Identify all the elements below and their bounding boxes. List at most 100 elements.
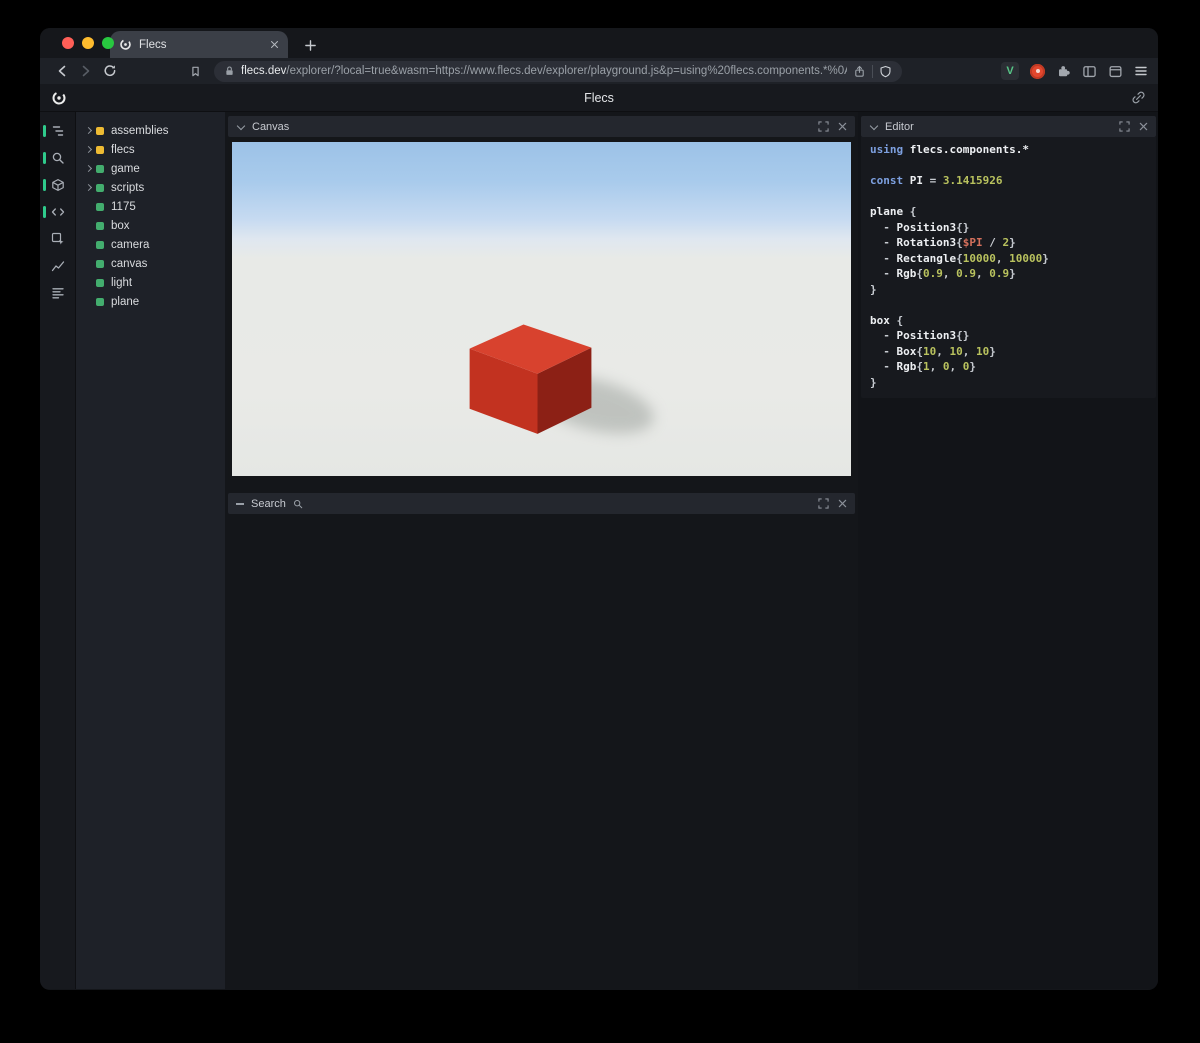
tree-item-canvas[interactable]: canvas bbox=[76, 254, 225, 273]
search-panel-header[interactable]: Search bbox=[228, 493, 855, 514]
code-line: using flecs.components.* bbox=[870, 143, 1029, 156]
expand-arrow-icon[interactable] bbox=[85, 164, 96, 174]
vimium-extension-icon[interactable]: V bbox=[1001, 62, 1019, 80]
bookmark-icon[interactable] bbox=[184, 65, 206, 78]
expand-arrow-icon[interactable] bbox=[85, 145, 96, 155]
entity-color-square bbox=[96, 240, 104, 249]
entity-color-square bbox=[96, 145, 104, 154]
close-panel-icon[interactable] bbox=[1139, 122, 1148, 131]
code-line: - Rotation3{$PI / 2} bbox=[870, 236, 1016, 249]
reading-list-icon[interactable] bbox=[1108, 64, 1123, 79]
canvas-panel-header: Canvas bbox=[228, 116, 855, 137]
search-small-icon bbox=[293, 499, 303, 509]
browser-tab[interactable]: Flecs bbox=[110, 31, 288, 58]
editor-panel-header: Editor bbox=[861, 116, 1156, 137]
code-line: - Rectangle{10000, 10000} bbox=[870, 251, 1049, 265]
code-line: const PI = 3.1415926 bbox=[870, 174, 1003, 187]
queries-icon[interactable] bbox=[40, 280, 75, 306]
close-panel-icon[interactable] bbox=[838, 499, 847, 508]
reload-icon[interactable] bbox=[98, 60, 122, 82]
zoom-window-button[interactable] bbox=[102, 37, 114, 49]
entity-color-square bbox=[96, 221, 104, 230]
extensions-area: V bbox=[1001, 62, 1148, 80]
canvas-3d-scene[interactable] bbox=[232, 142, 851, 476]
page-title: Flecs bbox=[584, 90, 614, 105]
entity-tree[interactable]: assemblies flecs game scripts 1175 box camera c… bbox=[75, 112, 225, 989]
tree-item-camera[interactable]: camera bbox=[76, 235, 225, 254]
code-editor-icon[interactable] bbox=[40, 199, 75, 225]
collapse-chevron-icon[interactable] bbox=[869, 122, 878, 131]
main-column: Canvas Search bbox=[225, 112, 858, 989]
sidebar-toggle-icon[interactable] bbox=[1082, 64, 1097, 79]
tab-close-icon[interactable] bbox=[270, 40, 279, 49]
minimize-window-button[interactable] bbox=[82, 37, 94, 49]
menu-icon[interactable] bbox=[1134, 64, 1148, 78]
url-path: /explorer/?local=true&wasm=https://www.f… bbox=[286, 65, 847, 77]
browser-window: Flecs flecs.dev/explorer/?local=true&was… bbox=[40, 28, 1158, 990]
collapsed-panel-icon[interactable] bbox=[236, 502, 244, 505]
expand-arrow-icon[interactable] bbox=[85, 126, 96, 136]
tree-item-light[interactable]: light bbox=[76, 273, 225, 292]
inspector-icon[interactable] bbox=[40, 226, 75, 252]
tree-item-box[interactable]: box bbox=[76, 216, 225, 235]
url-text: flecs.dev/explorer/?local=true&wasm=http… bbox=[241, 65, 847, 77]
stats-chart-icon[interactable] bbox=[40, 253, 75, 279]
new-tab-button[interactable] bbox=[304, 39, 317, 52]
expand-arrow-icon[interactable] bbox=[85, 183, 96, 193]
tree-item-label: plane bbox=[111, 295, 140, 308]
share-link-icon[interactable] bbox=[1131, 90, 1146, 105]
fullscreen-icon[interactable] bbox=[818, 121, 829, 132]
code-line: - Box{10, 10, 10} bbox=[870, 344, 996, 358]
expand-arrow-icon bbox=[85, 278, 96, 288]
tree-item-1175[interactable]: 1175 bbox=[76, 197, 225, 216]
back-icon[interactable] bbox=[50, 60, 74, 82]
search-icon[interactable] bbox=[40, 145, 75, 171]
close-window-button[interactable] bbox=[62, 37, 74, 49]
entity-tree-icon[interactable] bbox=[40, 118, 75, 144]
code-line: } bbox=[870, 282, 877, 296]
scene-geometry bbox=[469, 324, 654, 434]
code-line: plane { bbox=[870, 205, 917, 218]
lock-icon[interactable] bbox=[224, 65, 235, 77]
canvas-3d-icon[interactable] bbox=[40, 172, 75, 198]
share-icon[interactable] bbox=[853, 65, 866, 78]
entity-color-square bbox=[96, 278, 104, 287]
shield-icon[interactable] bbox=[879, 65, 892, 78]
fullscreen-icon[interactable] bbox=[1119, 121, 1130, 132]
tab-favicon bbox=[119, 38, 132, 51]
tree-item-plane[interactable]: plane bbox=[76, 292, 225, 311]
red-circle-extension-icon[interactable] bbox=[1030, 63, 1045, 79]
divider bbox=[872, 64, 873, 78]
expand-arrow-icon bbox=[85, 202, 96, 212]
tree-item-label: flecs bbox=[111, 143, 135, 156]
fullscreen-icon[interactable] bbox=[818, 498, 829, 509]
window-controls bbox=[62, 37, 114, 49]
entity-color-square bbox=[96, 126, 104, 135]
tree-item-label: 1175 bbox=[111, 200, 136, 213]
collapse-chevron-icon[interactable] bbox=[236, 122, 245, 131]
url-bar[interactable]: flecs.dev/explorer/?local=true&wasm=http… bbox=[214, 60, 902, 82]
entity-color-square bbox=[96, 297, 104, 306]
tree-item-scripts[interactable]: scripts bbox=[76, 178, 225, 197]
editor-panel-title: Editor bbox=[885, 120, 914, 133]
tree-item-label: assemblies bbox=[111, 124, 169, 137]
tree-item-label: scripts bbox=[111, 181, 145, 194]
entity-color-square bbox=[96, 164, 104, 173]
forward-icon[interactable] bbox=[74, 60, 98, 82]
flecs-logo-icon bbox=[51, 90, 67, 106]
tree-item-label: box bbox=[111, 219, 130, 232]
expand-arrow-icon bbox=[85, 297, 96, 307]
tree-item-flecs[interactable]: flecs bbox=[76, 140, 225, 159]
close-panel-icon[interactable] bbox=[838, 122, 847, 131]
puzzle-extensions-icon[interactable] bbox=[1056, 64, 1071, 79]
entity-color-square bbox=[96, 183, 104, 192]
editor-code[interactable]: using flecs.components.* const PI = 3.14… bbox=[861, 137, 1156, 398]
tree-item-assemblies[interactable]: assemblies bbox=[76, 121, 225, 140]
tree-item-label: camera bbox=[111, 238, 150, 251]
navigation-bar: flecs.dev/explorer/?local=true&wasm=http… bbox=[40, 58, 1158, 84]
canvas-panel-title: Canvas bbox=[252, 120, 290, 133]
entity-color-square bbox=[96, 259, 104, 268]
tree-item-game[interactable]: game bbox=[76, 159, 225, 178]
